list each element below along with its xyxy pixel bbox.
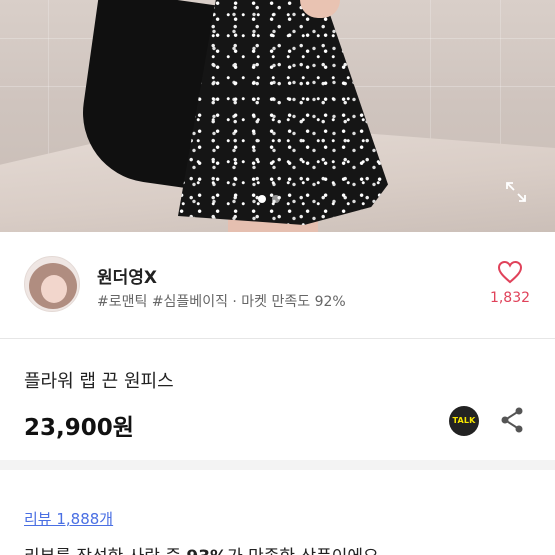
review-count-link[interactable]: 리뷰 1,888개 [24,508,113,529]
avatar-face [41,275,67,303]
share-icon[interactable] [499,406,525,434]
section-divider [0,460,555,470]
expand-icon[interactable] [504,180,528,204]
product-price: 23,900원 [24,415,134,441]
product-photo[interactable] [0,0,555,232]
product-info: 플라워 랩 끈 원피스 23,900원 TALK [0,339,555,460]
review-summary-prefix: 리뷰를 작성한 사람 중 [24,547,186,555]
seller-row[interactable]: 원더영X #로맨틱 #심플베이직 · 마켓 만족도 92% 1,832 [0,232,555,339]
talk-button[interactable]: TALK [449,406,479,436]
review-summary: 리뷰를 작성한 사람 중 93%가 만족한 상품이에요 [24,542,379,555]
like-count: 1,832 [489,290,531,306]
carousel-dot-1[interactable] [258,195,266,203]
avatar[interactable] [24,256,80,312]
seller-tags: #로맨틱 #심플베이직 · 마켓 만족도 92% [97,294,346,310]
review-satisfaction-percent: 93% [186,547,227,555]
like-button[interactable]: 1,832 [486,260,534,306]
carousel-dots[interactable] [258,195,280,203]
seller-name[interactable]: 원더영X [97,263,157,288]
carousel-dot-2[interactable] [272,195,280,203]
product-title: 플라워 랩 끈 원피스 [24,371,174,392]
review-summary-suffix: 가 만족한 상품이에요 [227,547,379,555]
heart-icon[interactable] [497,260,523,284]
reviews-section: 리뷰 1,888개 리뷰를 작성한 사람 중 93%가 만족한 상품이에요 [0,470,555,555]
